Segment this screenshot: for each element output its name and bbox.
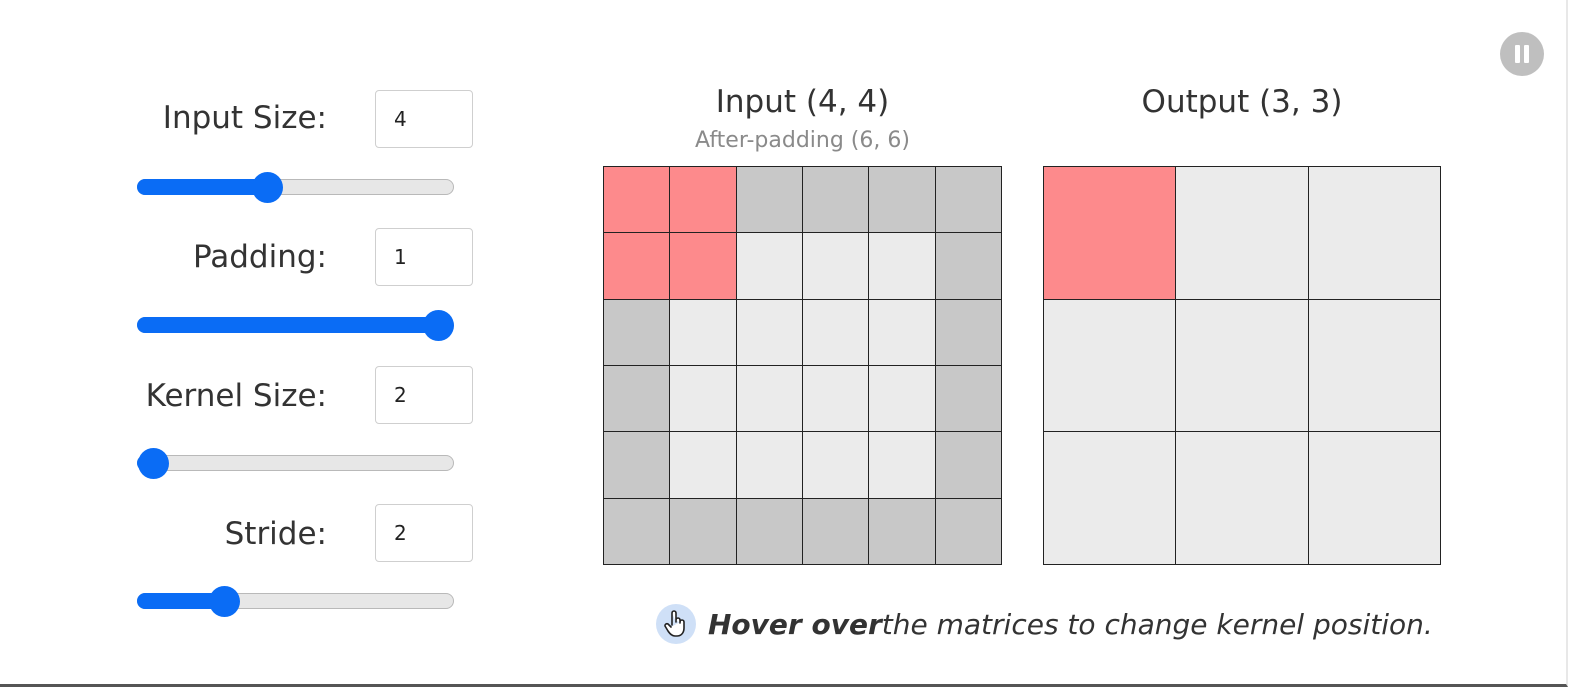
matrix-cell[interactable] <box>803 233 869 299</box>
matrix-cell[interactable] <box>803 299 869 365</box>
matrix-cell[interactable] <box>1176 432 1308 564</box>
padding-cell[interactable] <box>803 498 869 564</box>
matrix-cell[interactable] <box>1308 167 1440 299</box>
padding-cell[interactable] <box>935 299 1001 365</box>
pause-button[interactable] <box>1500 32 1544 76</box>
input-size-slider[interactable] <box>137 172 454 203</box>
matrix-cell[interactable] <box>1308 432 1440 564</box>
kernel-size-field[interactable]: 2 <box>375 366 473 424</box>
padding-cell[interactable] <box>736 167 802 233</box>
output-matrix[interactable] <box>1043 166 1441 565</box>
slider-thumb[interactable] <box>423 310 454 341</box>
padding-cell[interactable] <box>736 498 802 564</box>
padding-label: Padding: <box>192 239 327 275</box>
padding-cell[interactable] <box>935 498 1001 564</box>
hint-text: the matrices to change kernel position. <box>881 607 1433 641</box>
padding-cell[interactable] <box>935 366 1001 432</box>
kernel-cell[interactable] <box>604 167 670 233</box>
padding-cell[interactable] <box>803 167 869 233</box>
padding-cell[interactable] <box>935 432 1001 498</box>
hover-hint: Hover over the matrices to change kernel… <box>656 602 1433 646</box>
matrix-cell[interactable] <box>670 299 736 365</box>
pause-icon <box>1515 45 1520 63</box>
padding-cell[interactable] <box>670 498 736 564</box>
padding-cell[interactable] <box>604 299 670 365</box>
matrix-cell[interactable] <box>1044 299 1176 432</box>
input-matrix-subtitle: After-padding (6, 6) <box>695 128 910 153</box>
matrix-cell[interactable] <box>869 299 935 365</box>
input-size-label: Input Size: <box>162 100 327 136</box>
kernel-cell[interactable] <box>670 233 736 299</box>
matrix-cell[interactable] <box>803 432 869 498</box>
padding-cell[interactable] <box>869 167 935 233</box>
matrix-cell[interactable] <box>670 366 736 432</box>
slider-fill <box>137 317 438 333</box>
stride-field[interactable]: 2 <box>375 504 473 562</box>
matrix-cell[interactable] <box>803 366 869 432</box>
input-size-field[interactable]: 4 <box>375 90 473 148</box>
kernel-cell[interactable] <box>1044 167 1176 299</box>
kernel-size-label: Kernel Size: <box>145 378 327 414</box>
matrix-cell[interactable] <box>869 432 935 498</box>
padding-cell[interactable] <box>604 432 670 498</box>
input-matrix[interactable] <box>603 166 1002 565</box>
matrix-cell[interactable] <box>1308 299 1440 432</box>
pointer-hand-icon <box>656 604 696 644</box>
matrix-cell[interactable] <box>736 233 802 299</box>
matrix-cell[interactable] <box>736 432 802 498</box>
matrix-cell[interactable] <box>1176 299 1308 432</box>
hint-bold-text: Hover over <box>708 607 882 641</box>
padding-cell[interactable] <box>935 167 1001 233</box>
padding-field[interactable]: 1 <box>375 228 473 286</box>
matrix-cell[interactable] <box>869 233 935 299</box>
matrix-cell[interactable] <box>670 432 736 498</box>
slider-thumb[interactable] <box>252 172 283 203</box>
slider-thumb[interactable] <box>138 448 169 479</box>
padding-slider[interactable] <box>137 310 454 341</box>
kernel-cell[interactable] <box>604 233 670 299</box>
padding-cell[interactable] <box>935 233 1001 299</box>
matrix-cell[interactable] <box>736 299 802 365</box>
input-matrix-title: Input (4, 4) <box>715 84 890 120</box>
matrix-cell[interactable] <box>1044 432 1176 564</box>
kernel-size-slider[interactable] <box>137 448 454 479</box>
padding-cell[interactable] <box>869 498 935 564</box>
padding-cell[interactable] <box>604 498 670 564</box>
stride-slider[interactable] <box>137 586 454 617</box>
padding-cell[interactable] <box>604 366 670 432</box>
output-matrix-title: Output (3, 3) <box>1141 84 1343 120</box>
slider-fill <box>137 179 267 195</box>
stride-label: Stride: <box>224 516 327 552</box>
matrix-cell[interactable] <box>736 366 802 432</box>
matrix-cell[interactable] <box>869 366 935 432</box>
matrix-cell[interactable] <box>1176 167 1308 299</box>
kernel-cell[interactable] <box>670 167 736 233</box>
